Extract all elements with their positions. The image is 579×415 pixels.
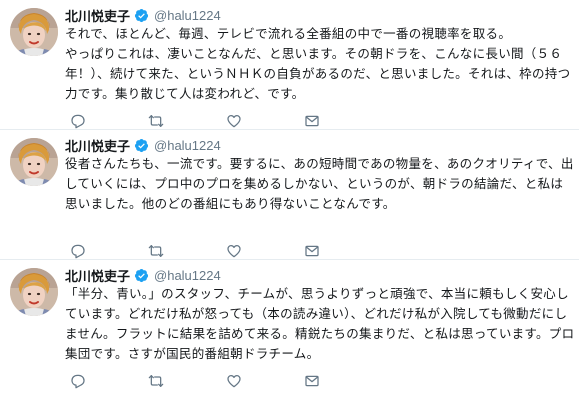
message-icon bbox=[304, 373, 320, 389]
verified-badge-icon bbox=[134, 268, 149, 283]
avatar[interactable] bbox=[10, 8, 58, 56]
tweet[interactable]: 北川悦吏子 @halu1224 役者さんたちも、一流です。要するに、あの短時間で… bbox=[0, 130, 579, 260]
like-button[interactable] bbox=[226, 243, 242, 259]
author-handle[interactable]: @halu1224 bbox=[154, 138, 221, 153]
avatar[interactable] bbox=[10, 268, 58, 316]
verified-badge-icon bbox=[134, 138, 149, 153]
author-name[interactable]: 北川悦吏子 bbox=[65, 6, 130, 25]
reply-icon bbox=[70, 373, 86, 389]
message-button[interactable] bbox=[304, 113, 320, 129]
tweet-header: 北川悦吏子 @halu1224 bbox=[65, 136, 221, 155]
message-icon bbox=[304, 113, 320, 129]
retweet-icon bbox=[148, 243, 164, 259]
tweet-header: 北川悦吏子 @halu1224 bbox=[65, 6, 221, 25]
tweet-text: それで、ほとんど、毎週、テレビで流れる全番組の中で一番の視聴率を取る。 やっぱり… bbox=[65, 26, 571, 101]
retweet-button[interactable] bbox=[148, 243, 164, 259]
author-handle[interactable]: @halu1224 bbox=[154, 8, 221, 23]
like-icon bbox=[226, 373, 242, 389]
like-button[interactable] bbox=[226, 373, 242, 389]
reply-button[interactable] bbox=[70, 113, 86, 129]
tweet[interactable]: 北川悦吏子 @halu1224 「半分、青い。」のスタッフ、チームが、思うよりず… bbox=[0, 260, 579, 390]
reply-button[interactable] bbox=[70, 243, 86, 259]
tweet-actions bbox=[70, 243, 382, 259]
retweet-icon bbox=[148, 373, 164, 389]
message-button[interactable] bbox=[304, 243, 320, 259]
tweet-header: 北川悦吏子 @halu1224 bbox=[65, 266, 221, 285]
message-icon bbox=[304, 243, 320, 259]
retweet-button[interactable] bbox=[148, 373, 164, 389]
message-button[interactable] bbox=[304, 373, 320, 389]
author-name[interactable]: 北川悦吏子 bbox=[65, 266, 130, 285]
reply-icon bbox=[70, 243, 86, 259]
reply-button[interactable] bbox=[70, 373, 86, 389]
tweet-text: 役者さんたちも、一流です。要するに、あの短時間であの物量を、あのクオリティで、出… bbox=[65, 156, 574, 211]
avatar[interactable] bbox=[10, 138, 58, 186]
like-button[interactable] bbox=[226, 113, 242, 129]
tweet-feed: 北川悦吏子 @halu1224 それで、ほとんど、毎週、テレビで流れる全番組の中… bbox=[0, 0, 579, 390]
tweet-text: 「半分、青い。」のスタッフ、チームが、思うよりずっと頑強で、本当に頼もしく安心し… bbox=[65, 286, 575, 361]
like-icon bbox=[226, 243, 242, 259]
tweet-actions bbox=[70, 373, 382, 389]
author-handle[interactable]: @halu1224 bbox=[154, 268, 221, 283]
retweet-button[interactable] bbox=[148, 113, 164, 129]
retweet-icon bbox=[148, 113, 164, 129]
author-name[interactable]: 北川悦吏子 bbox=[65, 136, 130, 155]
verified-badge-icon bbox=[134, 8, 149, 23]
tweet[interactable]: 北川悦吏子 @halu1224 それで、ほとんど、毎週、テレビで流れる全番組の中… bbox=[0, 0, 579, 130]
tweet-actions bbox=[70, 113, 382, 129]
reply-icon bbox=[70, 113, 86, 129]
like-icon bbox=[226, 113, 242, 129]
